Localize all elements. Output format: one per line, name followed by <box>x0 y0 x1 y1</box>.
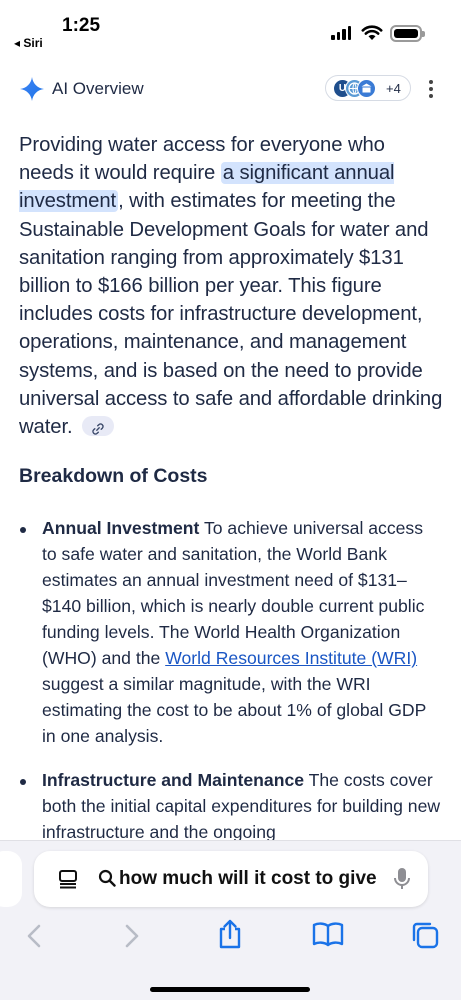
search-query: how much will it cost to give <box>98 868 378 890</box>
wri-link[interactable]: World Resources Institute (WRI) <box>165 648 417 668</box>
search-query-text: how much will it cost to give <box>119 868 377 889</box>
address-bar[interactable]: how much will it cost to give <box>34 851 428 907</box>
tabs-icon[interactable] <box>410 921 440 949</box>
cellular-signal-icon <box>331 26 351 40</box>
overview-paragraph: Providing water access for everyone who … <box>19 131 444 441</box>
browser-bottom-bar: how much will it cost to give <box>0 840 461 1000</box>
bullet-dot <box>20 527 26 533</box>
list-item-title: Infrastructure and Maintenance <box>42 770 305 790</box>
list-item: Annual Investment To achieve universal a… <box>42 515 442 749</box>
paragraph-text-2: , with estimates for meeting the Sustain… <box>19 190 443 439</box>
list-item: Infrastructure and Maintenance The costs… <box>42 767 442 845</box>
more-options-icon[interactable] <box>424 78 438 100</box>
wifi-icon <box>361 25 383 40</box>
forward-icon[interactable] <box>122 923 142 949</box>
section-heading: Breakdown of Costs <box>19 465 208 487</box>
home-indicator <box>150 987 310 992</box>
building-icon <box>361 83 372 93</box>
list-item-title: Annual Investment <box>42 518 200 538</box>
sources-button[interactable]: U +4 <box>325 75 411 101</box>
bookmarks-icon[interactable] <box>312 921 344 947</box>
page-menu-icon[interactable] <box>58 869 78 889</box>
back-to-siri-link[interactable]: ◂ Siri <box>14 36 43 50</box>
source-avatar <box>357 79 376 98</box>
share-icon[interactable] <box>217 919 243 949</box>
link-icon <box>92 423 104 435</box>
ai-overview-header: AI Overview U +4 <box>0 72 461 106</box>
list-item-text: To achieve universal access to safe wate… <box>42 518 425 668</box>
bullet-dot <box>20 779 26 785</box>
back-icon[interactable] <box>24 923 44 949</box>
sources-more-count: +4 <box>386 81 401 96</box>
ai-overview-title: AI Overview <box>52 79 144 98</box>
status-time: 1:25 <box>62 15 101 36</box>
status-bar: 1:25 ◂ Siri <box>0 0 461 60</box>
battery-icon <box>390 25 425 42</box>
search-icon <box>98 869 116 887</box>
source-link-chip[interactable] <box>82 416 115 437</box>
list-item-text: suggest a similar magnitude, with the WR… <box>42 674 427 746</box>
gemini-sparkle-icon <box>20 77 44 101</box>
microphone-icon[interactable] <box>392 865 412 893</box>
previous-tab-preview[interactable] <box>0 851 22 907</box>
